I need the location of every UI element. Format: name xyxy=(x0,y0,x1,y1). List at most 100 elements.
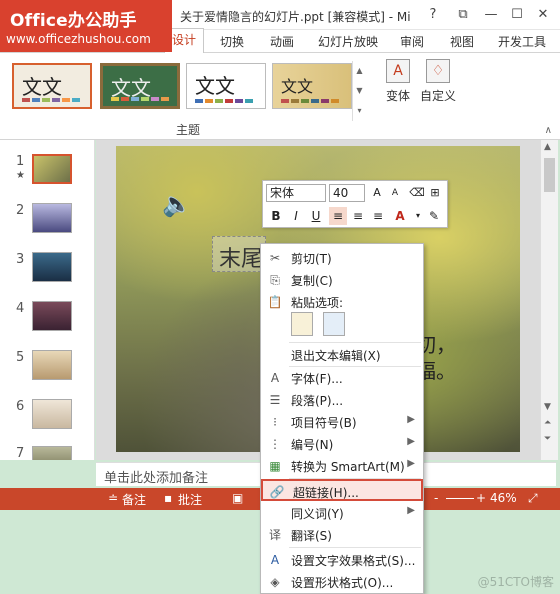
normal-view-icon[interactable]: ▣ xyxy=(232,491,243,505)
menu-item-label: 段落(P)... xyxy=(291,394,344,408)
font-size-field[interactable]: 40 xyxy=(329,184,365,202)
menu-item-bullets[interactable]: ⁝ 项目符号(B) ▶ xyxy=(261,411,423,433)
comments-label[interactable]: 批注 xyxy=(178,491,202,508)
align-center-icon[interactable]: ≡ xyxy=(349,207,367,225)
tab-review[interactable]: 审阅 xyxy=(400,33,424,50)
scissors-icon: ✂ xyxy=(269,251,281,265)
format-brush-icon[interactable]: ✎ xyxy=(425,207,443,225)
thumbnail-slide-3[interactable]: 3 xyxy=(0,252,95,292)
menu-item-paragraph[interactable]: ☰ 段落(P)... xyxy=(261,389,423,411)
submenu-arrow-icon: ▶ xyxy=(407,436,415,447)
theme-swatches xyxy=(22,98,80,102)
tab-view[interactable]: 视图 xyxy=(450,33,474,50)
notes-toggle-label[interactable]: 备注 xyxy=(122,491,146,508)
thumbnail-slide-6[interactable]: 6 xyxy=(0,399,95,439)
menu-item-format-shape[interactable]: ◈ 设置形状格式(O)... xyxy=(261,571,423,593)
scroll-up-icon[interactable]: ▲ xyxy=(544,142,551,152)
watermark: @51CTO博客 xyxy=(477,575,554,589)
slide-body-text[interactable]: 切， 福。 xyxy=(416,332,476,384)
fit-slide-icon[interactable]: ⤢ xyxy=(528,491,538,506)
text-effects-icon: A xyxy=(270,553,280,567)
align-left-icon[interactable]: ≡ xyxy=(329,207,347,225)
format-painter-icon[interactable]: ⊞ xyxy=(427,184,443,202)
theme-option-2[interactable]: 文文 xyxy=(100,63,180,109)
powerpoint-window: 关于爱情隐言的幻灯片.ppt [兼容模式] - Micr... ? ⧉ — ☐ … xyxy=(0,0,560,594)
ribbon-display-options-button[interactable]: ⧉ xyxy=(452,4,474,26)
speaker-icon[interactable]: 🔈 xyxy=(162,190,192,218)
menu-item-numbering[interactable]: ⋮ 编号(N) ▶ xyxy=(261,433,423,455)
zoom-slider[interactable] xyxy=(446,498,474,499)
tab-transitions[interactable]: 切换 xyxy=(220,33,244,50)
thumbnail-number: 4 xyxy=(16,301,25,316)
logo-url: www.officezhushou.com xyxy=(6,32,151,46)
menu-item-cut[interactable]: ✂ 剪切(T) xyxy=(261,247,423,269)
comments-icon[interactable]: ▪ xyxy=(164,491,172,505)
previous-slide-icon[interactable]: ⏶ xyxy=(544,418,551,428)
theme-label: 文文 xyxy=(22,75,62,99)
menu-item-hyperlink[interactable]: 🔗 超链接(H)... xyxy=(261,479,423,501)
tab-animations[interactable]: 动画 xyxy=(270,33,294,50)
thumbnail-number: 1 xyxy=(16,154,25,169)
thumbnail-slide-4[interactable]: 4 xyxy=(0,301,95,341)
underline-button[interactable]: U xyxy=(307,207,325,225)
close-button[interactable]: ✕ xyxy=(532,4,554,26)
gallery-more-icon[interactable]: ▾ xyxy=(353,101,366,121)
clear-format-icon[interactable]: ⌫ xyxy=(409,184,425,202)
menu-item-paste-options: 📋 粘贴选项: xyxy=(261,291,423,313)
menu-item-format-text-effects[interactable]: A 设置文字效果格式(S)... xyxy=(261,549,423,571)
thumbnail-slide-5[interactable]: 5 xyxy=(0,350,95,390)
help-button[interactable]: ? xyxy=(422,4,444,26)
theme-swatches xyxy=(111,97,169,101)
scroll-down-icon[interactable]: ▼ xyxy=(353,81,366,101)
grow-font-button[interactable]: A xyxy=(369,184,385,202)
maximize-button[interactable]: ☐ xyxy=(506,4,528,26)
scroll-down-icon[interactable]: ▼ xyxy=(544,402,551,412)
customize-icon: ♢ xyxy=(426,59,450,83)
variants-label: 变体 xyxy=(385,89,410,103)
thumbnail-slide-7[interactable]: 7 xyxy=(0,446,95,460)
title-text-box[interactable]: 末尾 xyxy=(212,236,266,272)
site-logo: Office办公助手 www.officezhushou.com xyxy=(0,0,172,52)
menu-item-translate[interactable]: 译 翻译(S) xyxy=(261,524,423,546)
thumbnail-slide-2[interactable]: 2 xyxy=(0,203,95,243)
slide-scrollbar[interactable]: ▲ ▼ ⏶ ⏷ xyxy=(540,140,558,460)
menu-item-label: 超链接(H)... xyxy=(293,486,359,500)
bold-button[interactable]: B xyxy=(267,207,285,225)
zoom-out-button[interactable]: - xyxy=(434,491,438,505)
tab-developer[interactable]: 开发工具 xyxy=(498,33,546,50)
shrink-font-button[interactable]: A xyxy=(387,184,403,202)
menu-item-convert-smartart[interactable]: ▦ 转换为 SmartArt(M) ▶ xyxy=(261,455,423,477)
collapse-ribbon-icon[interactable]: ∧ xyxy=(545,125,552,136)
customize-button[interactable]: ♢ 自定义 xyxy=(418,59,458,104)
paste-picture-icon[interactable] xyxy=(322,312,345,336)
theme-gallery-scroll[interactable]: ▲ ▼ ▾ xyxy=(352,61,366,121)
theme-option-3[interactable]: 文文 xyxy=(186,63,266,109)
paste-keep-source-icon[interactable] xyxy=(291,312,313,336)
align-right-icon[interactable]: ≡ xyxy=(369,207,387,225)
ribbon: 文文 文文 文文 文文 ▲ ▼ ▾ A 变体 ♢ 自定义 主题 ∧ xyxy=(0,52,560,140)
next-slide-icon[interactable]: ⏷ xyxy=(544,434,551,444)
variants-icon: A xyxy=(386,59,410,83)
submenu-arrow-icon: ▶ xyxy=(407,414,415,425)
variants-button[interactable]: A 变体 xyxy=(378,59,418,104)
font-name-field[interactable]: 宋体 xyxy=(266,184,326,202)
scrollbar-thumb[interactable] xyxy=(544,158,555,192)
theme-option-1[interactable]: 文文 xyxy=(12,63,92,109)
numbering-icon: ⋮ xyxy=(269,437,281,451)
menu-item-font[interactable]: A 字体(F)... xyxy=(261,367,423,389)
menu-item-label: 编号(N) xyxy=(291,438,334,452)
zoom-level[interactable]: 46% xyxy=(490,491,517,505)
menu-item-label: 粘贴选项: xyxy=(291,296,344,310)
menu-item-synonyms[interactable]: 同义词(Y) ▶ xyxy=(261,502,423,524)
menu-item-exit-text-edit[interactable]: 退出文本编辑(X) xyxy=(261,344,423,366)
menu-item-copy[interactable]: ⎘ 复制(C) xyxy=(261,269,423,291)
notes-toggle-icon[interactable]: ≐ xyxy=(108,491,118,505)
scroll-up-icon[interactable]: ▲ xyxy=(353,61,366,81)
minimize-button[interactable]: — xyxy=(480,4,502,26)
zoom-in-button[interactable]: + xyxy=(476,491,486,505)
italic-button[interactable]: I xyxy=(287,207,305,225)
tab-slideshow[interactable]: 幻灯片放映 xyxy=(318,33,378,50)
thumbnail-slide-1[interactable]: 1 ★ xyxy=(0,154,95,194)
theme-option-4[interactable]: 文文 xyxy=(272,63,352,109)
font-color-button[interactable]: A xyxy=(391,207,409,225)
